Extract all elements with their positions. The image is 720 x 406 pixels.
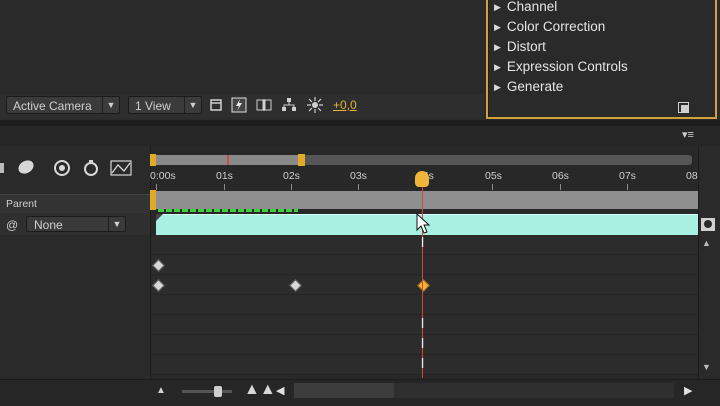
property-track-row [152, 255, 698, 275]
effect-category-distort[interactable]: ▶ Distort [494, 39, 546, 54]
ruler-tick-label: 08 [686, 170, 698, 182]
hide-shy-layers-icon[interactable] [0, 160, 10, 176]
ruler-tick-label: 02s [283, 170, 300, 182]
effect-category-color-correction[interactable]: ▶ Color Correction [494, 19, 605, 34]
layer-switches-column [0, 146, 151, 405]
time-navigator-start-handle[interactable] [150, 154, 156, 166]
chevron-down-icon: ▼ [184, 97, 201, 113]
work-area-start-handle[interactable] [150, 190, 156, 210]
timeline-header [0, 126, 720, 146]
view-layout-label: 1 View [135, 99, 171, 113]
current-time-indicator-head[interactable] [415, 171, 429, 187]
frame-blending-icon[interactable] [16, 159, 36, 177]
zoom-out-icon[interactable]: ▲ [156, 385, 166, 396]
effect-category-label: Expression Controls [506, 59, 628, 74]
scroll-left-icon[interactable]: ◀ [276, 384, 284, 397]
scroll-up-icon[interactable]: ▲ [702, 238, 711, 248]
ruler-tick-label: 03s [350, 170, 367, 182]
effect-category-label: Generate [506, 79, 564, 94]
new-preset-icon[interactable] [678, 102, 689, 113]
transparency-grid-icon[interactable] [256, 97, 272, 113]
ibeam-icon: I [420, 317, 425, 332]
effect-category-label: Channel [506, 0, 558, 14]
chevron-down-icon: ▼ [102, 97, 119, 113]
scroll-down-icon[interactable]: ▼ [702, 362, 711, 372]
effect-category-channel[interactable]: ▶ Channel [494, 0, 557, 14]
ibeam-icon: I [420, 357, 425, 372]
disclosure-triangle-icon: ▶ [494, 82, 501, 92]
ruler-tick-label: 01s [216, 170, 233, 182]
zoom-slider-track[interactable] [182, 390, 232, 393]
parent-dropdown-value: None [34, 218, 63, 232]
ruler-tick-mark [627, 184, 628, 190]
work-area-bar[interactable] [152, 191, 698, 209]
ruler-tick-mark [291, 184, 292, 190]
effect-category-expression-controls[interactable]: ▶ Expression Controls [494, 59, 628, 74]
ibeam-icon: I [420, 236, 425, 251]
zoom-in-icon[interactable]: ▲▲ [244, 381, 276, 399]
layer-in-point-marker [156, 214, 163, 221]
ruler-tick-mark [492, 184, 493, 190]
time-navigator-end-handle[interactable] [298, 154, 305, 166]
fast-previews-icon[interactable] [231, 97, 247, 113]
ruler-tick-mark [224, 184, 225, 190]
exposure-value[interactable]: +0,0 [333, 98, 357, 112]
ruler-tick-mark [358, 184, 359, 190]
parent-pick-whip-icon[interactable]: @ [6, 218, 18, 232]
layer-bar-end-icon[interactable] [700, 216, 718, 234]
disclosure-triangle-icon: ▶ [494, 62, 501, 72]
ruler-tick-mark [156, 184, 157, 190]
timeline-right-edge [698, 146, 720, 379]
scroll-right-icon[interactable]: ▶ [684, 384, 692, 397]
graph-editor-icon[interactable] [110, 160, 134, 176]
parent-dropdown[interactable]: None ▼ [26, 216, 126, 232]
ruler-tick-label: 06s [552, 170, 569, 182]
ruler-tick-mark [560, 184, 561, 190]
ruler-tick-label: 0:00s [150, 170, 176, 182]
ram-preview-cache-indicator [158, 209, 298, 212]
parent-column-label: Parent [6, 198, 37, 210]
effect-category-label: Distort [506, 39, 546, 54]
effect-category-generate[interactable]: ▶ Generate [494, 79, 563, 94]
motion-blur-icon[interactable] [52, 159, 72, 177]
ruler-tick-label: 05s [485, 170, 502, 182]
camera-view-label: Active Camera [13, 99, 92, 113]
toggle-pixel-aspect-icon[interactable] [208, 97, 224, 113]
horizontal-scrollbar-thumb[interactable] [294, 383, 394, 398]
flowchart-icon[interactable] [281, 97, 297, 113]
navigator-playhead-marker [227, 155, 229, 165]
view-layout-dropdown[interactable]: 1 View ▼ [128, 96, 202, 114]
property-track-row [152, 295, 698, 315]
disclosure-triangle-icon: ▶ [494, 42, 501, 52]
effect-category-label: Color Correction [506, 19, 606, 34]
graph-editor-clock-icon[interactable] [82, 159, 100, 177]
ruler-tick-label: 07s [619, 170, 636, 182]
disclosure-triangle-icon: ▶ [494, 2, 501, 12]
ibeam-icon: I [420, 337, 425, 352]
camera-view-dropdown[interactable]: Active Camera ▼ [6, 96, 120, 114]
zoom-slider-knob[interactable] [214, 386, 222, 397]
chevron-down-icon: ▼ [108, 217, 125, 231]
exposure-reset-icon[interactable] [307, 97, 323, 113]
mouse-cursor-icon [416, 213, 431, 234]
disclosure-triangle-icon: ▶ [494, 22, 501, 32]
panel-menu-icon[interactable]: ▾≡ [682, 128, 694, 141]
